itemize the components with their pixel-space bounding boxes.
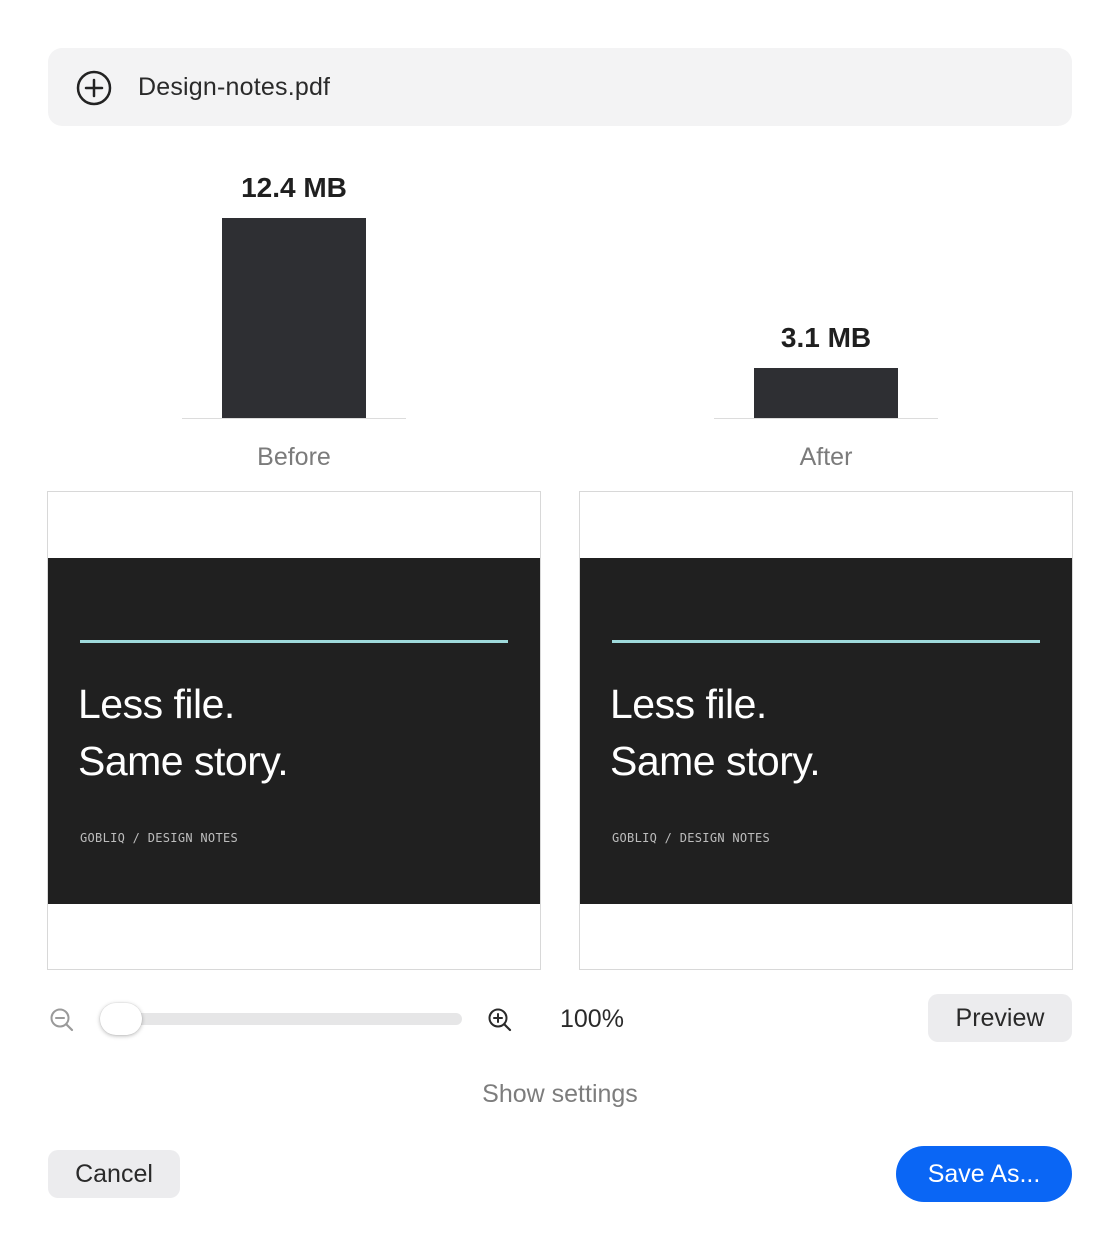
plus-circle-icon[interactable] (76, 70, 112, 106)
slide-title-line: Less file. (610, 681, 767, 727)
bar-category-label: After (799, 443, 853, 471)
zoom-controls: 100% Preview (0, 990, 1120, 1050)
slide-caption: GOBLIQ / DESIGN NOTES (612, 831, 771, 845)
bar-baseline (182, 418, 406, 419)
slide-caption: GOBLIQ / DESIGN NOTES (80, 831, 239, 845)
slide-title-line: Less file. (78, 681, 235, 727)
show-settings-link[interactable]: Show settings (0, 1080, 1120, 1109)
size-comparison-chart: 12.4 MB Before 3.1 MB After (0, 160, 1120, 490)
zoom-in-icon[interactable] (486, 1006, 514, 1034)
slide-accent-rule (80, 640, 508, 643)
preview-after: Less file. Same story. GOBLIQ / DESIGN N… (579, 491, 1073, 970)
zoom-out-icon[interactable] (48, 1006, 76, 1034)
file-bar: Design-notes.pdf (48, 48, 1072, 126)
bar-value-label: 3.1 MB (780, 322, 872, 353)
bar-after (754, 368, 898, 418)
zoom-slider-thumb[interactable] (100, 1003, 142, 1035)
bar-before (222, 218, 366, 418)
bar-baseline (714, 418, 938, 419)
save-as-button[interactable]: Save As... (896, 1146, 1072, 1202)
bar-value-label: 12.4 MB (241, 172, 347, 203)
slide-accent-rule (612, 640, 1040, 643)
slide-title-line: Same story. (78, 738, 289, 784)
zoom-slider-track[interactable] (104, 1013, 462, 1025)
file-name: Design-notes.pdf (138, 73, 331, 101)
preview-before: Less file. Same story. GOBLIQ / DESIGN N… (47, 491, 541, 970)
slide-thumbnail: Less file. Same story. GOBLIQ / DESIGN N… (580, 558, 1072, 904)
slide-title: Less file. Same story. (78, 676, 289, 790)
cancel-button[interactable]: Cancel (48, 1150, 180, 1198)
bar-category-label: Before (257, 443, 331, 471)
slide-title-line: Same story. (610, 738, 821, 784)
bar-group-after: 3.1 MB After (714, 160, 938, 490)
bar-group-before: 12.4 MB Before (182, 160, 406, 490)
slide-title: Less file. Same story. (610, 676, 821, 790)
zoom-level-value: 100% (560, 1005, 624, 1033)
slide-thumbnail: Less file. Same story. GOBLIQ / DESIGN N… (48, 558, 540, 904)
preview-button[interactable]: Preview (928, 994, 1072, 1042)
